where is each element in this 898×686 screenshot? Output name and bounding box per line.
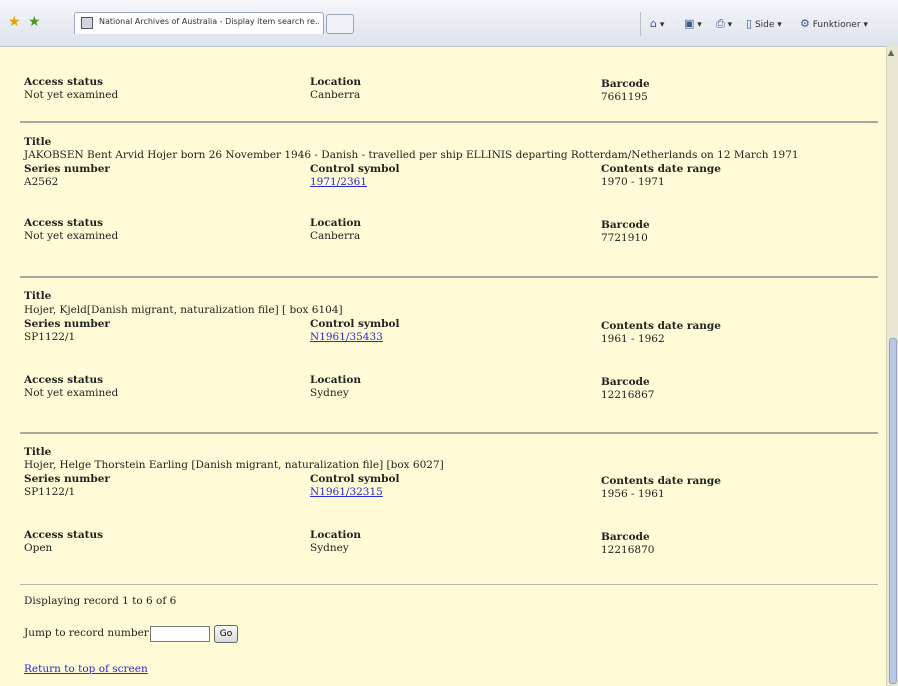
return-to-top-link[interactable]: Return to top of screen: [24, 663, 148, 675]
tab-title: National Archives of Australia - Display…: [99, 17, 319, 26]
record-divider: [20, 276, 878, 278]
series-number-label: Series number: [24, 163, 110, 175]
footer-divider: [20, 584, 878, 585]
barcode-value: 7661195: [601, 91, 648, 103]
access-status-value: Open: [24, 542, 53, 554]
scrollbar-thumb[interactable]: [889, 338, 897, 684]
contents-date-range-label: Contents date range: [601, 475, 721, 487]
page-icon: ▯: [746, 17, 753, 30]
favorites-star-icon[interactable]: ★: [8, 14, 21, 30]
access-status-value: Not yet examined: [24, 387, 119, 399]
print-icon: ⎙: [716, 17, 725, 30]
location-value: Canberra: [310, 89, 361, 101]
barcode-label: Barcode: [601, 219, 650, 231]
location-label: Location: [310, 76, 362, 88]
jump-record-input[interactable]: [150, 626, 210, 642]
title-label: Title: [24, 136, 52, 148]
records-count-text: Displaying record 1 to 6 of 6: [24, 595, 177, 607]
add-favorites-icon[interactable]: ★: [28, 14, 41, 30]
contents-date-range-value: 1961 - 1962: [601, 333, 665, 345]
control-symbol-label: Control symbol: [310, 473, 400, 485]
series-number-label: Series number: [24, 318, 110, 330]
contents-date-range-label: Contents date range: [601, 320, 721, 332]
control-symbol-label: Control symbol: [310, 163, 400, 175]
location-value: Sydney: [310, 387, 349, 399]
access-status-label: Access status: [24, 374, 104, 386]
access-status-label: Access status: [24, 217, 104, 229]
browser-tab[interactable]: National Archives of Australia - Display…: [74, 12, 324, 34]
barcode-value: 12216870: [601, 544, 655, 556]
print-button[interactable]: ⎙ ▾: [716, 17, 732, 31]
series-number-value: A2562: [24, 176, 59, 188]
page-favicon-icon: [81, 17, 93, 29]
record-title: Hojer, Helge Thorstein Earling [Danish m…: [24, 459, 444, 471]
contents-date-range-value: 1970 - 1971: [601, 176, 665, 188]
access-status-label: Access status: [24, 76, 104, 88]
control-symbol-label: Control symbol: [310, 318, 400, 330]
series-number-value: SP1122/1: [24, 486, 76, 498]
location-value: Sydney: [310, 542, 349, 554]
record-divider: [20, 432, 878, 434]
title-label: Title: [24, 290, 52, 302]
go-button[interactable]: Go: [214, 625, 238, 643]
record-title: JAKOBSEN Bent Arvid Hojer born 26 Novemb…: [24, 149, 799, 161]
control-symbol-link[interactable]: 1971/2361: [310, 176, 367, 188]
barcode-value: 7721910: [601, 232, 648, 244]
barcode-value: 12216867: [601, 389, 655, 401]
new-tab-button[interactable]: [326, 14, 354, 34]
contents-date-range-label: Contents date range: [601, 163, 721, 175]
series-number-label: Series number: [24, 473, 110, 485]
browser-toolbar: ★ ★ National Archives of Australia - Dis…: [0, 0, 898, 47]
barcode-label: Barcode: [601, 376, 650, 388]
page-menu-label: Side: [754, 20, 775, 30]
location-label: Location: [310, 374, 362, 386]
vertical-scrollbar[interactable]: ▲: [886, 46, 898, 686]
record-divider: [20, 121, 878, 123]
access-status-value: Not yet examined: [24, 230, 119, 242]
tools-menu-button[interactable]: ⚙ Funktioner ▾: [800, 17, 868, 30]
location-label: Location: [310, 529, 362, 541]
toolbar-separator: [640, 12, 641, 36]
tools-menu-label: Funktioner: [812, 20, 861, 30]
series-number-value: SP1122/1: [24, 331, 76, 343]
record-title: Hojer, Kjeld[Danish migrant, naturalizat…: [24, 304, 343, 316]
contents-date-range-value: 1956 - 1961: [601, 488, 665, 500]
control-symbol-link[interactable]: N1961/35433: [310, 331, 383, 343]
scroll-up-arrow-icon[interactable]: ▲: [888, 48, 894, 57]
access-status-label: Access status: [24, 529, 104, 541]
home-button[interactable]: ⌂ ▾: [650, 17, 664, 30]
control-symbol-link[interactable]: N1961/32315: [310, 486, 383, 498]
search-results-content: Access status Not yet examined Location …: [0, 46, 886, 686]
location-label: Location: [310, 217, 362, 229]
page-menu-button[interactable]: ▯ Side ▾: [746, 17, 782, 30]
feeds-icon: ▣: [684, 17, 695, 30]
tools-gear-icon: ⚙: [800, 17, 810, 30]
feeds-button[interactable]: ▣ ▾: [684, 17, 702, 30]
barcode-label: Barcode: [601, 78, 650, 90]
jump-to-record-label: Jump to record number: [24, 627, 149, 639]
title-label: Title: [24, 446, 52, 458]
barcode-label: Barcode: [601, 531, 650, 543]
access-status-value: Not yet examined: [24, 89, 119, 101]
location-value: Canberra: [310, 230, 361, 242]
home-icon: ⌂: [650, 17, 657, 30]
